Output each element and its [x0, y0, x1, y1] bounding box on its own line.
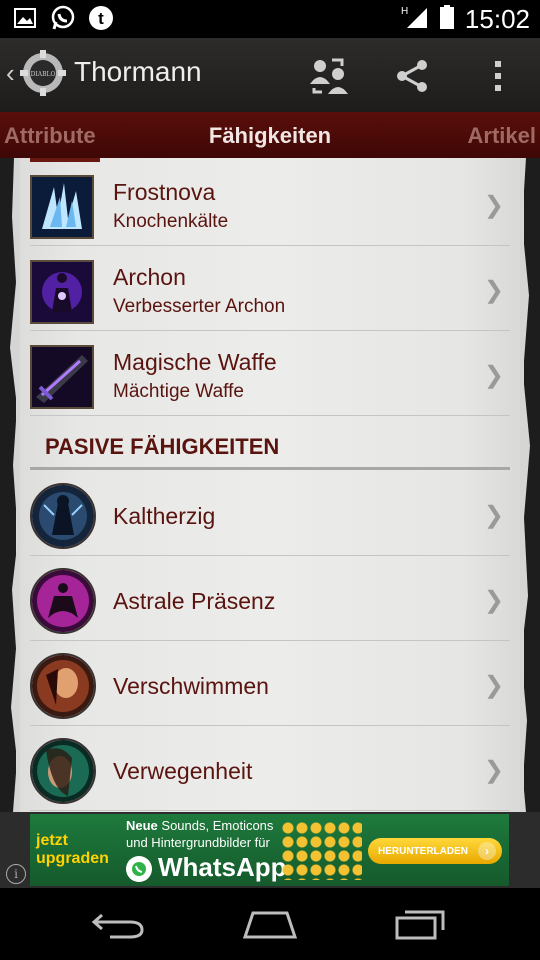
chevron-right-icon: ❯ — [483, 277, 504, 304]
list-item[interactable]: Magische Waffe Mächtige Waffe ❯ — [30, 331, 510, 416]
skill-title: Kaltherzig — [113, 503, 216, 529]
list-item[interactable]: Kaltherzig ❯ — [30, 471, 510, 556]
ad-line-1: Neue Sounds, Emoticons — [126, 818, 274, 833]
cold-blooded-icon — [30, 483, 96, 549]
chevron-right-icon: ❯ — [483, 587, 504, 614]
frost-nova-icon — [30, 175, 94, 239]
archon-icon — [30, 260, 94, 324]
image-icon — [12, 5, 38, 31]
astral-presence-icon — [30, 568, 96, 634]
whatsapp-icon — [50, 5, 76, 31]
blur-icon — [30, 653, 96, 719]
arrow-right-icon: › — [478, 842, 496, 860]
home-icon[interactable] — [240, 904, 300, 944]
skill-title: Verwegenheit — [113, 758, 253, 784]
skills-list[interactable]: Frostnova Knochenkälte ❯ Archon Verbesse… — [0, 158, 540, 812]
skill-rune: Knochenkälte — [113, 211, 229, 232]
tab-attribute[interactable]: Attribute — [4, 123, 96, 149]
whatsapp-logo-icon — [126, 856, 152, 882]
recent-apps-icon[interactable] — [390, 904, 450, 944]
battery-icon — [439, 4, 455, 35]
skill-title: Magische Waffe — [113, 349, 277, 375]
tab-artikel[interactable]: Artikel — [468, 123, 536, 149]
list-item[interactable]: Verschwimmen ❯ — [30, 641, 510, 726]
chevron-right-icon: ❯ — [483, 362, 504, 389]
ad-line-2: und Hintergrundbilder für — [126, 835, 270, 850]
ad-download-button[interactable]: HERUNTERLADEN › — [368, 838, 502, 864]
emoticons-grid-image — [282, 822, 362, 880]
svg-text:H: H — [401, 6, 408, 17]
chevron-right-icon: ❯ — [483, 502, 504, 529]
audacity-icon — [30, 738, 96, 804]
torn-edge-right — [520, 158, 530, 812]
share-icon[interactable] — [388, 52, 436, 100]
ad-banner-container: i jetzt upgraden Neue Sounds, Emoticons … — [0, 812, 540, 888]
back-chevron-icon[interactable]: ‹ — [6, 58, 15, 89]
screen-title: Thormann — [74, 56, 202, 87]
ad-info-icon[interactable]: i — [6, 864, 26, 884]
list-item[interactable]: Verwegenheit ❯ — [30, 726, 510, 811]
list-item[interactable]: Archon Verbesserter Archon ❯ — [30, 246, 510, 331]
action-bar: ‹ DIABLO Thormann — [0, 38, 540, 114]
section-divider — [30, 467, 510, 470]
ad-cta-text: jetzt upgraden — [36, 832, 109, 867]
signal-icon: H — [401, 4, 429, 35]
list-item[interactable]: Frostnova Knochenkälte ❯ — [30, 161, 510, 246]
skill-title: Verschwimmen — [113, 673, 269, 699]
list-item[interactable]: Astrale Präsenz ❯ — [30, 556, 510, 641]
passive-skills-heading: PASIVE FÄHIGKEITEN — [45, 434, 280, 459]
skill-title: Astrale Präsenz — [113, 588, 276, 614]
chevron-right-icon: ❯ — [483, 672, 504, 699]
overflow-menu-icon[interactable] — [474, 52, 522, 100]
skill-title: Frostnova — [113, 179, 216, 205]
torn-edge-left — [10, 158, 20, 812]
svg-text:t: t — [98, 9, 104, 28]
chevron-right-icon: ❯ — [483, 192, 504, 219]
skill-title: Archon — [113, 264, 186, 290]
svg-text:DIABLO: DIABLO — [31, 71, 56, 78]
magic-weapon-icon — [30, 345, 94, 409]
switch-users-icon[interactable] — [306, 52, 354, 100]
status-time: 15:02 — [464, 4, 530, 34]
tumblr-icon: t — [88, 5, 114, 31]
back-icon[interactable] — [88, 904, 148, 944]
tab-strip: Fähigkeiten Attribute Artikel — [0, 112, 540, 161]
ad-banner[interactable]: jetzt upgraden Neue Sounds, Emoticons un… — [30, 814, 509, 886]
chevron-right-icon: ❯ — [483, 757, 504, 784]
status-bar: t H 15:02 — [0, 0, 540, 38]
app-logo-icon[interactable]: DIABLO — [20, 50, 66, 96]
navigation-bar — [0, 888, 540, 960]
skill-rune: Mächtige Waffe — [113, 381, 244, 402]
ad-brand: WhatsApp — [158, 852, 287, 882]
skill-rune: Verbesserter Archon — [113, 296, 286, 317]
